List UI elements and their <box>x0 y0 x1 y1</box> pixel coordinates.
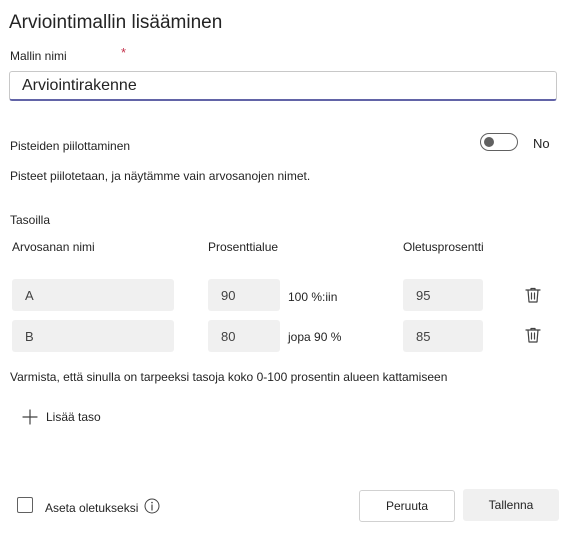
default-percent-input[interactable] <box>403 320 483 352</box>
name-label: Mallin nimi <box>10 49 67 63</box>
dialog-title: Arviointimallin lisääminen <box>9 12 223 33</box>
percent-min-input[interactable] <box>208 320 280 352</box>
default-percent-input[interactable] <box>403 279 483 311</box>
toggle-knob <box>484 137 494 147</box>
column-grade-name: Arvosanan nimi <box>12 240 95 254</box>
column-default-percent: Oletusprosentti <box>403 240 484 254</box>
grade-name-input[interactable] <box>12 279 174 311</box>
info-icon[interactable] <box>144 498 160 514</box>
levels-heading: Tasoilla <box>10 213 51 227</box>
hide-points-toggle[interactable] <box>480 133 518 151</box>
trash-icon[interactable] <box>524 326 542 344</box>
set-default-label: Aseta oletukseksi <box>45 501 139 515</box>
hide-points-state: No <box>533 136 550 151</box>
trash-icon[interactable] <box>524 286 542 304</box>
percent-min-input[interactable] <box>208 279 280 311</box>
add-level-label: Lisää taso <box>46 410 101 424</box>
add-level-button[interactable]: Lisää taso <box>22 409 101 425</box>
column-percent-range: Prosenttialue <box>208 240 279 254</box>
hide-points-label: Pisteiden piilottaminen <box>10 139 131 153</box>
percent-range-text: 100 %:iin <box>288 290 338 304</box>
save-button[interactable]: Tallenna <box>463 489 559 521</box>
hide-points-description: Pisteet piilotetaan, ja näytämme vain ar… <box>10 169 311 183</box>
set-default-checkbox[interactable] <box>17 497 33 513</box>
percent-range-text: jopa 90 % <box>288 330 342 344</box>
template-name-input[interactable] <box>9 71 557 101</box>
coverage-notice: Varmista, että sinulla on tarpeeksi taso… <box>10 370 448 384</box>
grade-name-input[interactable] <box>12 320 174 352</box>
required-marker: * <box>121 45 127 60</box>
cancel-button[interactable]: Peruuta <box>359 490 455 522</box>
plus-icon <box>22 409 38 425</box>
